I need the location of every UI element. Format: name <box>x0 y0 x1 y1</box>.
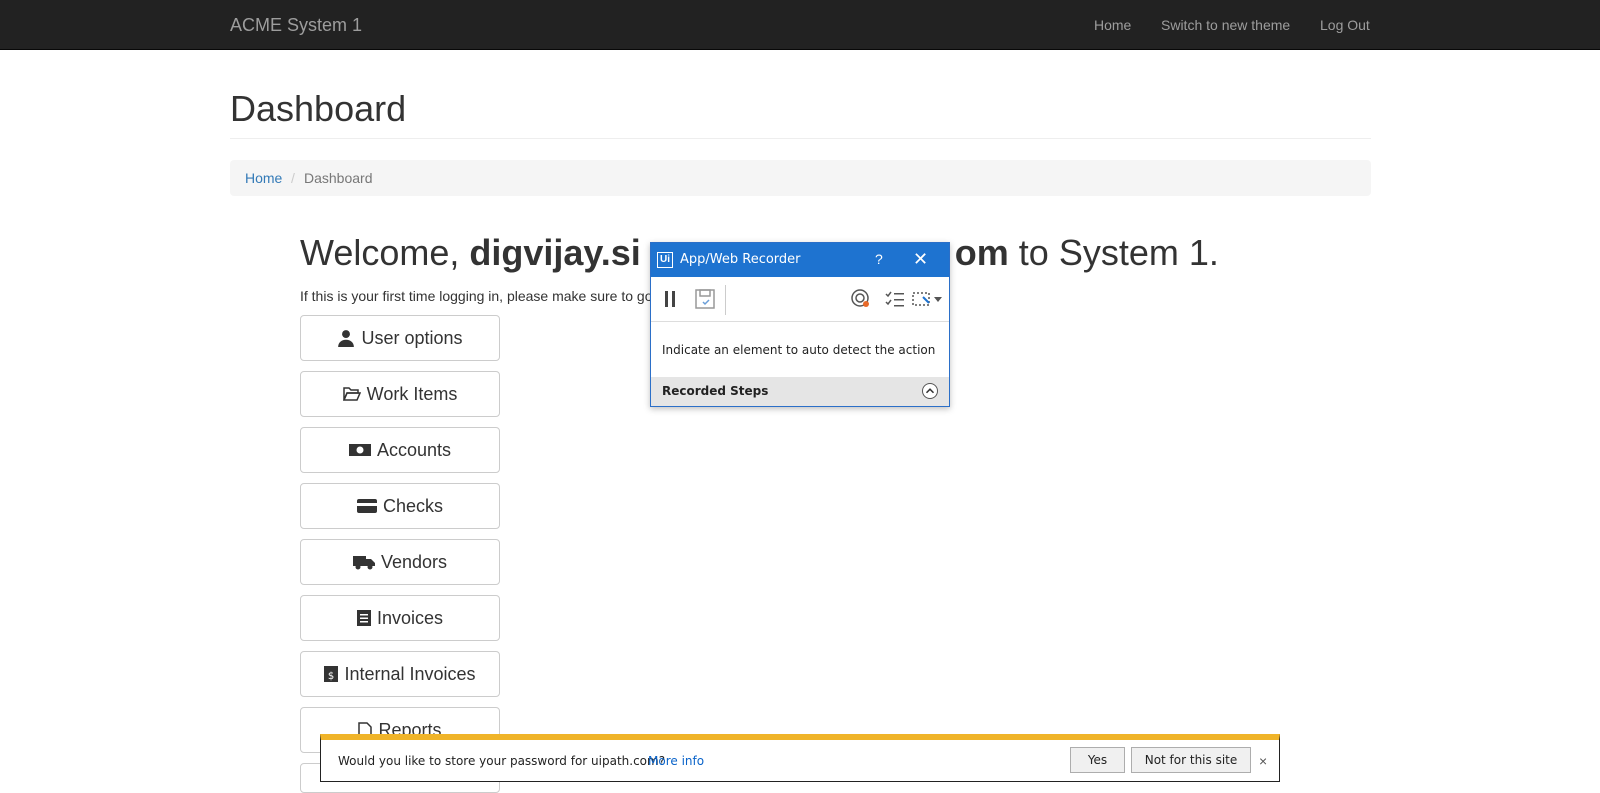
save-steps-icon[interactable] <box>693 287 717 311</box>
invoice-icon <box>356 610 371 626</box>
recorder-toolbar <box>651 277 949 322</box>
help-button[interactable]: ? <box>875 251 883 267</box>
chevron-up-icon[interactable] <box>922 383 938 399</box>
folder-open-icon <box>342 387 361 401</box>
invoices-label: Invoices <box>376 607 444 628</box>
recorder-hint: Indicate an element to auto detect the a… <box>662 343 936 357</box>
uipath-logo-icon: Ui <box>657 252 673 268</box>
password-prompt-text: Would you like to store your password fo… <box>338 754 666 768</box>
page-title: Dashboard <box>230 88 407 129</box>
recorded-steps-label: Recorded Steps <box>662 384 769 398</box>
password-bar-close-icon[interactable]: × <box>1259 753 1267 769</box>
password-save-bar: Would you like to store your password fo… <box>320 734 1280 782</box>
work-items-button[interactable]: Work Items <box>300 371 500 417</box>
brand-link[interactable]: ACME System 1 <box>230 15 362 36</box>
work-items-label: Work Items <box>366 383 458 404</box>
user-options-button[interactable]: User options <box>300 315 500 361</box>
invoices-button[interactable]: Invoices <box>300 595 500 641</box>
dollar-document-icon: $ <box>324 666 339 682</box>
credit-card-icon <box>356 499 377 513</box>
truck-icon <box>352 556 375 570</box>
recorder-window[interactable]: Ui App/Web Recorder ? ✕ Indicate an elem… <box>650 242 950 407</box>
selector-dropdown-icon[interactable] <box>911 287 943 311</box>
save-password-yes-button[interactable]: Yes <box>1070 747 1125 773</box>
accounts-label: Accounts <box>376 439 452 460</box>
target-detect-icon[interactable] <box>849 287 873 311</box>
money-icon <box>348 444 371 456</box>
recorded-steps-header[interactable]: Recorded Steps <box>651 377 949 406</box>
top-navbar: ACME System 1 Home Switch to new theme L… <box>0 0 1600 50</box>
recorder-close-button[interactable]: ✕ <box>913 249 928 270</box>
welcome-user-tail: om <box>954 232 1009 273</box>
nav-logout-link[interactable]: Log Out <box>1320 17 1370 33</box>
breadcrumb-separator: / <box>291 170 295 186</box>
checks-button[interactable]: Checks <box>300 483 500 529</box>
accounts-button[interactable]: Accounts <box>300 427 500 473</box>
checks-label: Checks <box>382 495 444 516</box>
user-options-label: User options <box>361 327 463 348</box>
title-divider <box>230 138 1371 139</box>
checklist-icon[interactable] <box>883 287 907 311</box>
welcome-suffix: to System 1. <box>1008 232 1219 273</box>
nav-home-link[interactable]: Home <box>1094 17 1131 33</box>
welcome-user: digvijay.si <box>469 232 641 273</box>
welcome-prefix: Welcome, <box>300 232 470 273</box>
recorder-titlebar[interactable]: Ui App/Web Recorder ? ✕ <box>651 243 949 277</box>
first-time-note: If this is your first time logging in, p… <box>300 288 653 304</box>
breadcrumb-current: Dashboard <box>304 170 373 186</box>
user-icon <box>338 330 355 347</box>
svg-text:$: $ <box>328 671 334 682</box>
pause-icon[interactable] <box>659 287 683 311</box>
vendors-button[interactable]: Vendors <box>300 539 500 585</box>
recorder-title: App/Web Recorder <box>680 252 801 267</box>
vendors-label: Vendors <box>380 551 448 572</box>
toolbar-separator <box>725 285 726 315</box>
nav-switch-theme-link[interactable]: Switch to new theme <box>1161 17 1290 33</box>
internal-invoices-label: Internal Invoices <box>344 663 476 684</box>
breadcrumb-home-link[interactable]: Home <box>245 170 282 186</box>
not-for-this-site-button[interactable]: Not for this site <box>1131 747 1251 773</box>
breadcrumb: Home / Dashboard <box>230 160 1371 196</box>
more-info-link[interactable]: More info <box>648 754 704 768</box>
internal-invoices-button[interactable]: $ Internal Invoices <box>300 651 500 697</box>
